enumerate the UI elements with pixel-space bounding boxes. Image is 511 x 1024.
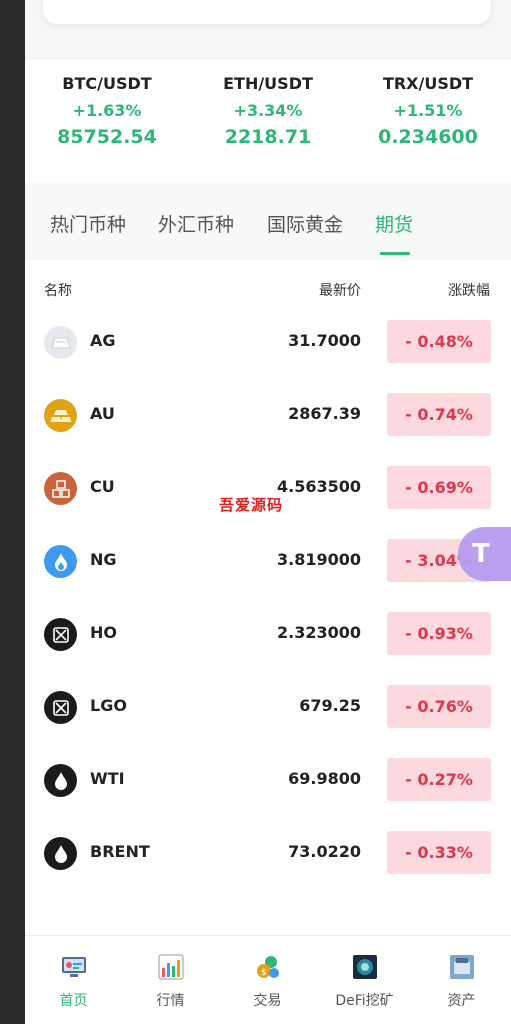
ticker-change: +1.51% bbox=[393, 101, 463, 120]
row-symbol: BRENT bbox=[90, 842, 150, 861]
tab-forex[interactable]: 外汇币种 bbox=[158, 210, 234, 237]
tabbar-defi[interactable]: DeFi挖矿 bbox=[316, 954, 413, 1010]
category-tabs: 热门币种 外汇币种 国际黄金 期货 bbox=[25, 182, 511, 260]
ticker-change: +3.34% bbox=[233, 101, 303, 120]
change-badge[interactable]: - 0.33% bbox=[387, 831, 491, 874]
oil-drop-icon bbox=[44, 837, 77, 870]
tab-futures[interactable]: 期货 bbox=[375, 210, 413, 237]
table-row[interactable]: NG 3.819000 - 3.04% bbox=[25, 523, 511, 595]
row-last-price: 73.0220 bbox=[288, 842, 361, 861]
table-row[interactable]: BRENT 73.0220 - 0.33% bbox=[25, 815, 511, 887]
change-badge[interactable]: - 0.93% bbox=[387, 612, 491, 655]
row-symbol: NG bbox=[90, 550, 117, 569]
row-last-price: 3.819000 bbox=[276, 550, 361, 569]
row-last-price: 2.323000 bbox=[276, 623, 361, 642]
ticker-eth[interactable]: ETH/USDT +3.34% 2218.71 bbox=[198, 74, 338, 148]
gold-bar-icon bbox=[44, 399, 77, 432]
active-tab-indicator bbox=[380, 252, 410, 255]
table-row[interactable]: HO 2.323000 - 0.93% bbox=[25, 596, 511, 668]
change-badge[interactable]: - 0.27% bbox=[387, 758, 491, 801]
row-last-price: 4.563500 bbox=[276, 477, 361, 496]
table-row[interactable]: AU 2867.39 - 0.74% bbox=[25, 377, 511, 449]
header-name: 名称 bbox=[44, 283, 72, 299]
tabbar-trade[interactable]: $ 交易 bbox=[219, 954, 316, 1010]
fuel-can-icon bbox=[44, 691, 77, 724]
svg-text:$: $ bbox=[261, 968, 267, 978]
tabbar-label: 行情 bbox=[156, 993, 185, 1009]
ticker-pair: BTC/USDT bbox=[62, 74, 152, 93]
top-card bbox=[43, 0, 491, 24]
table-row[interactable]: LGO 679.25 - 0.76% bbox=[25, 669, 511, 741]
row-symbol: HO bbox=[90, 623, 117, 642]
tabbar-home[interactable]: 首页 bbox=[25, 954, 122, 1010]
assets-icon bbox=[449, 954, 475, 980]
silver-bar-icon bbox=[44, 326, 77, 359]
tabbar-label: DeFi挖矿 bbox=[335, 993, 394, 1009]
ticker-trx[interactable]: TRX/USDT +1.51% 0.234600 bbox=[358, 74, 498, 148]
tab-gold[interactable]: 国际黄金 bbox=[267, 210, 343, 237]
tabbar-label: 交易 bbox=[253, 993, 282, 1009]
watermark-text: 吾爱源码 bbox=[219, 496, 284, 514]
home-icon bbox=[61, 954, 87, 980]
table-row[interactable]: WTI 69.9800 - 0.27% bbox=[25, 742, 511, 814]
row-last-price: 69.9800 bbox=[288, 769, 361, 788]
change-badge[interactable]: - 0.76% bbox=[387, 685, 491, 728]
floating-assistant-button[interactable]: T bbox=[458, 527, 511, 581]
tabbar-label: 资产 bbox=[447, 993, 476, 1009]
flame-icon bbox=[44, 545, 77, 578]
trade-coins-icon: $ bbox=[255, 954, 281, 980]
tabbar-market[interactable]: 行情 bbox=[122, 954, 219, 1010]
ticker-price: 0.234600 bbox=[378, 126, 478, 148]
header-change: 涨跌幅 bbox=[448, 283, 490, 299]
oil-drop-icon bbox=[44, 764, 77, 797]
ticker-strip: BTC/USDT +1.63% 85752.54 ETH/USDT +3.34%… bbox=[25, 60, 511, 182]
tron-icon: T bbox=[472, 539, 490, 569]
row-last-price: 2867.39 bbox=[288, 404, 361, 423]
row-symbol: AU bbox=[90, 404, 115, 423]
fuel-can-icon bbox=[44, 618, 77, 651]
tab-hot-coins[interactable]: 热门币种 bbox=[50, 210, 126, 237]
ticker-change: +1.63% bbox=[72, 101, 142, 120]
row-last-price: 679.25 bbox=[299, 696, 361, 715]
ticker-price: 2218.71 bbox=[224, 126, 312, 148]
row-last-price: 31.7000 bbox=[288, 331, 361, 350]
defi-mining-icon bbox=[352, 954, 378, 980]
row-symbol: AG bbox=[90, 331, 116, 350]
tabbar-label: 首页 bbox=[59, 993, 88, 1009]
copper-icon bbox=[44, 472, 77, 505]
change-badge[interactable]: - 0.48% bbox=[387, 320, 491, 363]
market-chart-icon bbox=[158, 954, 184, 980]
bottom-tab-bar: 首页 行情 $ 交易 DeFi挖矿 资产 bbox=[25, 935, 511, 1024]
row-symbol: CU bbox=[90, 477, 115, 496]
table-row[interactable]: AG 31.7000 - 0.48% bbox=[25, 304, 511, 376]
row-symbol: LGO bbox=[90, 696, 127, 715]
ticker-btc[interactable]: BTC/USDT +1.63% 85752.54 bbox=[37, 74, 177, 148]
change-badge[interactable]: - 0.74% bbox=[387, 393, 491, 436]
tabbar-assets[interactable]: 资产 bbox=[413, 954, 510, 1010]
app-screen: BTC/USDT +1.63% 85752.54 ETH/USDT +3.34%… bbox=[25, 0, 511, 1024]
header-last-price: 最新价 bbox=[319, 283, 361, 299]
futures-list: 名称 最新价 涨跌幅 AG 31.7000 - 0.48% AU 2867.39… bbox=[25, 260, 511, 935]
ticker-pair: ETH/USDT bbox=[223, 74, 313, 93]
change-badge[interactable]: - 0.69% bbox=[387, 466, 491, 509]
row-symbol: WTI bbox=[90, 769, 125, 788]
ticker-pair: TRX/USDT bbox=[382, 74, 474, 93]
ticker-price: 85752.54 bbox=[57, 126, 157, 148]
